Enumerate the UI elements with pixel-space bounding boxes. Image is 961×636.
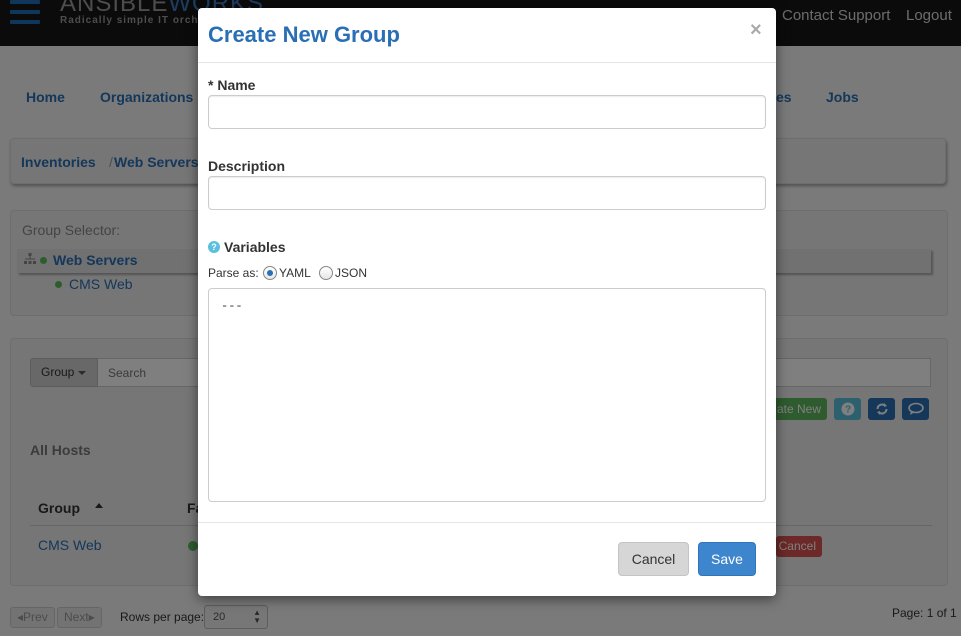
cancel-button[interactable]: Cancel	[618, 542, 689, 576]
yaml-radio[interactable]	[263, 266, 277, 280]
description-input[interactable]	[208, 176, 766, 210]
close-icon[interactable]: ×	[750, 20, 762, 40]
variables-textarea[interactable]: ---	[208, 288, 766, 502]
variables-label: Variables	[224, 239, 286, 255]
create-group-dialog: Create New Group × * Name Description ? …	[198, 8, 776, 596]
dialog-footer-divider	[198, 522, 776, 523]
name-input[interactable]	[208, 95, 766, 129]
description-label: Description	[208, 158, 286, 174]
save-button[interactable]: Save	[698, 542, 756, 576]
yaml-radio-label[interactable]: YAML	[279, 266, 311, 280]
question-circle-icon[interactable]: ?	[208, 241, 220, 253]
dialog-header-divider	[198, 62, 776, 63]
dialog-title: Create New Group	[208, 22, 400, 47]
parse-as-label: Parse as:	[208, 266, 259, 280]
name-label: * Name	[208, 77, 256, 93]
json-radio-label[interactable]: JSON	[335, 266, 367, 280]
json-radio[interactable]	[319, 266, 333, 280]
